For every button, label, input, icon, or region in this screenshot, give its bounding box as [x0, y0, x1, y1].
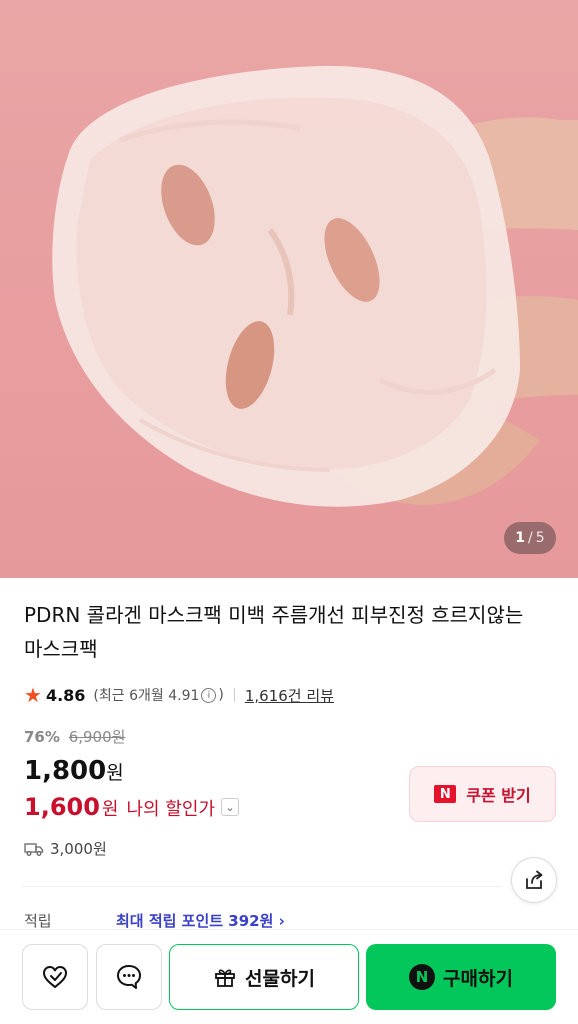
sale-price-number: 1,800: [24, 756, 107, 786]
section-divider: [22, 886, 502, 887]
shipping-info: 3,000원: [24, 838, 107, 859]
gift-icon: [215, 969, 235, 987]
original-price: 6,900원: [68, 728, 126, 746]
points-label: 적립: [24, 912, 52, 930]
share-button[interactable]: [511, 857, 557, 903]
sheet-mask-photo: [52, 65, 578, 507]
info-icon[interactable]: i: [201, 687, 217, 703]
discount-percent: 76%: [24, 728, 60, 746]
buy-button[interactable]: N 구매하기: [366, 944, 556, 1010]
discount-row: 76% 6,900원: [24, 726, 125, 747]
naver-pay-icon: N: [409, 964, 436, 990]
rating-divider: [233, 688, 235, 702]
image-counter-separator: /: [528, 530, 533, 546]
share-icon: [526, 870, 543, 889]
product-image[interactable]: 1 / 5: [0, 0, 578, 578]
bottom-action-bar: 선물하기 N 구매하기: [0, 929, 578, 1024]
my-price-currency: 원: [101, 799, 119, 820]
my-price-label: 나의 할인가: [126, 799, 216, 820]
points-value[interactable]: 최대 적립 포인트 392원 ›: [116, 910, 285, 931]
chevron-down-icon[interactable]: ⌄: [221, 798, 240, 816]
naver-logo-icon: N: [434, 785, 457, 803]
sale-price: 1,800원: [24, 756, 124, 786]
gift-button[interactable]: 선물하기: [169, 944, 359, 1010]
image-counter: 1 / 5: [504, 522, 556, 554]
sale-price-currency: 원: [106, 762, 124, 784]
points-row[interactable]: 적립 최대 적립 포인트 392원 ›: [24, 910, 554, 931]
rating-score: 4.86: [45, 685, 86, 705]
coupon-button[interactable]: N 쿠폰 받기: [409, 766, 556, 822]
recent-rating: (최근 6개월 4.91: [93, 688, 200, 704]
shipping-fee: 3,000원: [50, 840, 107, 858]
my-discount-price[interactable]: 1,600 원 나의 할인가 ⌄: [24, 793, 240, 821]
chat-bubble-icon: [117, 965, 141, 989]
coupon-button-label: 쿠폰 받기: [466, 786, 531, 805]
like-button[interactable]: [22, 944, 88, 1010]
truck-icon: [24, 842, 44, 856]
product-title: PDRN 콜라겐 마스크팩 미백 주름개선 피부진정 흐르지않는 마스크팩: [24, 603, 524, 661]
rating-row: ★ 4.86 (최근 6개월 4.91 i ) 1,616건 리뷰: [24, 682, 334, 708]
review-count-link[interactable]: 1,616건 리뷰: [245, 685, 334, 706]
my-price-number: 1,600: [24, 793, 100, 821]
heart-icon: [43, 966, 67, 988]
gift-button-label: 선물하기: [245, 967, 315, 990]
star-icon: ★: [24, 683, 42, 707]
recent-rating-close: ): [218, 687, 224, 703]
talk-button[interactable]: [96, 944, 162, 1010]
buy-button-label: 구매하기: [443, 967, 513, 990]
image-counter-current: 1: [515, 530, 526, 546]
image-counter-total: 5: [535, 530, 545, 546]
